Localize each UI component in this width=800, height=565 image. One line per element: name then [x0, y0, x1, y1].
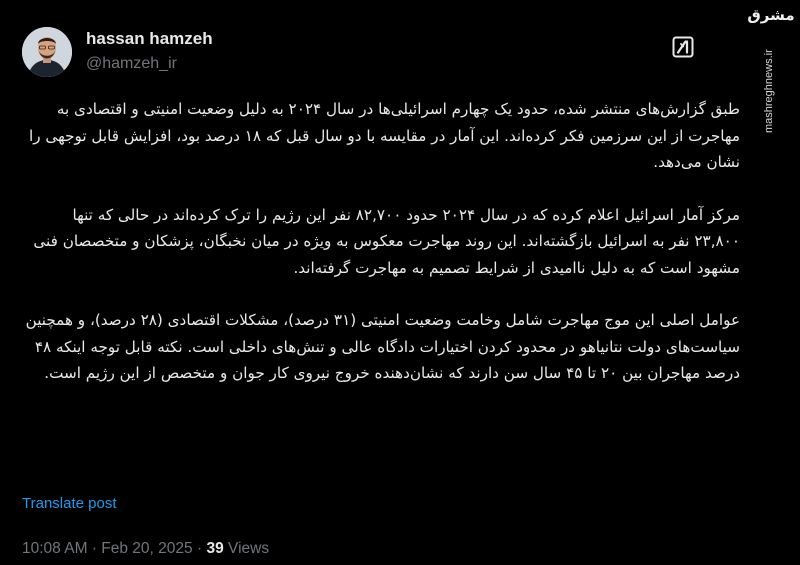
- post-text: طبق گزارش‌های منتشر شده، حدود یک چهارم ا…: [24, 96, 740, 387]
- post-time[interactable]: 10:08 AM: [22, 540, 88, 557]
- views-count: 39: [206, 540, 224, 557]
- author-avatar[interactable]: [22, 27, 72, 77]
- views-label: Views: [228, 540, 270, 557]
- post-paragraph: عوامل اصلی این موج مهاجرت شامل وخامت وضع…: [25, 311, 740, 382]
- watermark-url: mashreghnews.ir: [763, 49, 775, 133]
- watermark-logo: مشرق: [747, 6, 795, 24]
- meta-separator: ·: [196, 540, 203, 557]
- post-paragraph: مرکز آمار اسرائیل اعلام کرده که در سال ۲…: [33, 205, 740, 277]
- post-metadata: 10:08 AM · Feb 20, 2025 · 39 Views: [22, 540, 269, 558]
- author-handle[interactable]: @hamzeh_ir: [86, 55, 177, 73]
- author-display-name[interactable]: hassan hamzeh: [86, 29, 213, 49]
- watermark: مشرق mashreghnews.ir: [742, 0, 800, 140]
- post-card: hassan hamzeh @hamzeh_ir مشرق mashreghne…: [0, 0, 800, 565]
- translate-post-link[interactable]: Translate post: [22, 495, 117, 512]
- post-date[interactable]: Feb 20, 2025: [101, 540, 192, 557]
- grok-icon: [672, 36, 694, 58]
- profile-photo-icon: [22, 27, 72, 77]
- post-paragraph: طبق گزارش‌های منتشر شده، حدود یک چهارم ا…: [29, 100, 740, 171]
- meta-separator: ·: [91, 540, 97, 557]
- grok-button[interactable]: [665, 29, 701, 65]
